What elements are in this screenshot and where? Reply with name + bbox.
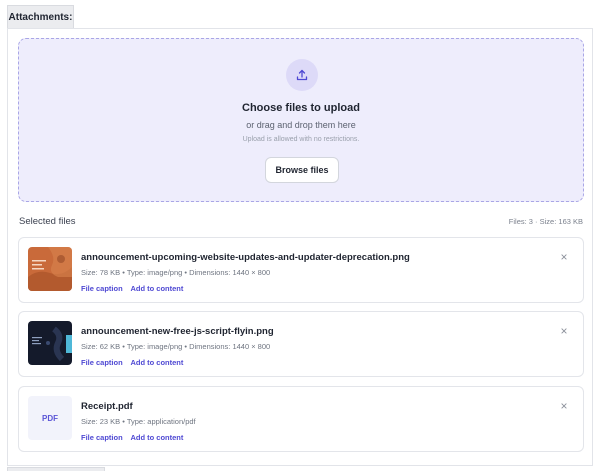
file-actions: File caption Add to content <box>81 284 189 293</box>
dropzone-restriction-note: Upload is allowed with no restrictions. <box>242 136 360 143</box>
image-thumbnail <box>28 247 72 291</box>
image-thumbnail <box>28 321 72 365</box>
file-card: PDF Receipt.pdf Size: 23 KB • Type: appl… <box>18 386 584 452</box>
remove-file-close-icon[interactable]: × <box>557 324 571 338</box>
file-card: announcement-upcoming-website-updates-an… <box>18 237 584 303</box>
file-name: Receipt.pdf <box>81 401 133 412</box>
file-meta: Size: 62 KB • Type: image/png • Dimensio… <box>81 342 271 351</box>
file-actions: File caption Add to content <box>81 358 189 367</box>
file-name: announcement-new-free-js-script-flyin.pn… <box>81 326 274 337</box>
upload-icon <box>286 59 318 91</box>
attachments-tab: Attachments: <box>7 5 74 29</box>
file-caption-link[interactable]: File caption <box>81 358 123 367</box>
selected-files-stats: Files: 3 · Size: 163 KB <box>508 217 583 226</box>
upload-dropzone[interactable]: Choose files to upload or drag and drop … <box>18 38 584 202</box>
add-to-content-link[interactable]: Add to content <box>130 284 183 293</box>
file-meta: Size: 78 KB • Type: image/png • Dimensio… <box>81 268 271 277</box>
add-to-content-link[interactable]: Add to content <box>130 358 183 367</box>
file-actions: File caption Add to content <box>81 433 189 442</box>
file-name: announcement-upcoming-website-updates-an… <box>81 252 410 263</box>
file-caption-link[interactable]: File caption <box>81 284 123 293</box>
file-meta: Size: 23 KB • Type: application/pdf <box>81 417 196 426</box>
remove-file-close-icon[interactable]: × <box>557 399 571 413</box>
dropzone-title: Choose files to upload <box>242 102 360 114</box>
selected-files-title: Selected files <box>19 216 76 227</box>
pdf-file-icon: PDF <box>28 396 72 440</box>
dropzone-subtitle: or drag and drop them here <box>246 120 356 130</box>
file-caption-link[interactable]: File caption <box>81 433 123 442</box>
add-to-content-link[interactable]: Add to content <box>130 433 183 442</box>
file-card: announcement-new-free-js-script-flyin.pn… <box>18 311 584 377</box>
browse-files-button[interactable]: Browse files <box>265 157 339 183</box>
attachments-panel: Choose files to upload or drag and drop … <box>7 28 593 466</box>
next-section-tab-edge <box>7 467 105 471</box>
remove-file-close-icon[interactable]: × <box>557 250 571 264</box>
